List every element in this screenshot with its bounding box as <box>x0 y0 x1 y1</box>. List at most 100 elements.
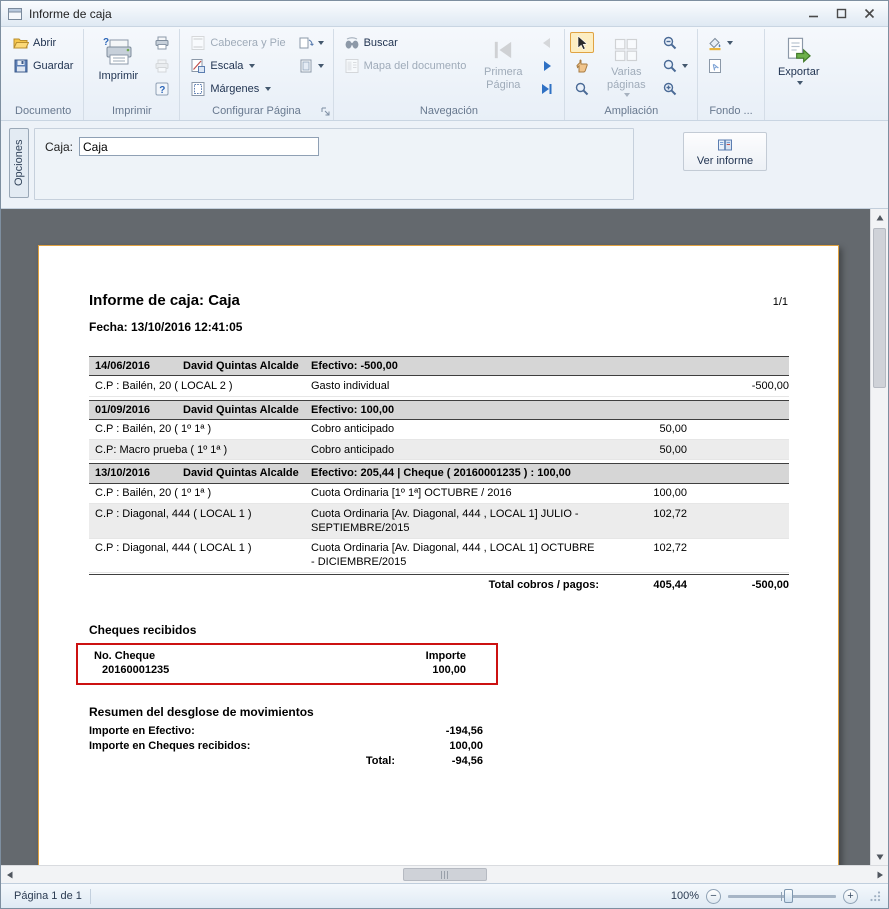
group-label-fondo: Fondo ... <box>701 103 760 120</box>
zoom-in-button[interactable] <box>658 78 692 99</box>
cheque-number: 20160001235 <box>102 664 169 676</box>
zoom-out-button-statusbar[interactable]: − <box>706 889 721 904</box>
ribbon: Abrir Guardar Documento ? Imprimir <box>1 27 888 121</box>
scroll-right-arrow[interactable] <box>871 866 888 883</box>
zoom-slider[interactable] <box>728 888 836 904</box>
open-folder-icon <box>13 35 29 51</box>
statusbar: Página 1 de 1 100% − + <box>1 883 888 908</box>
cheques-col-importe: Importe <box>426 650 466 662</box>
preview-canvas[interactable]: Informe de caja: Caja 1/1 Fecha: 13/10/2… <box>1 209 870 865</box>
escala-button[interactable]: Escala <box>185 55 290 76</box>
scale-icon <box>190 58 206 74</box>
resumen-row: Importe en Efectivo: -194,56 <box>89 723 483 738</box>
vertical-scrollbar-track[interactable] <box>871 388 888 848</box>
options-panel-row: Opciones Caja: Ver informe <box>1 121 888 209</box>
paper-size-icon <box>298 58 314 74</box>
options-panel: Caja: <box>34 128 634 200</box>
horizontal-scrollbar-thumb[interactable] <box>403 868 487 881</box>
tamano-papel-button[interactable] <box>294 55 328 76</box>
guardar-button[interactable]: Guardar <box>8 55 78 76</box>
zoom-slider-thumb[interactable] <box>784 889 793 903</box>
scroll-left-arrow[interactable] <box>1 866 18 883</box>
zoom-in-icon <box>662 81 678 97</box>
zoom-level-button[interactable] <box>658 55 692 76</box>
group-header: 14/06/2016 David Quintas Alcalde Efectiv… <box>89 356 789 376</box>
hand-tool-button[interactable] <box>570 55 594 76</box>
resumen-total-value: -94,56 <box>395 755 483 767</box>
cell-property: C.P : Bailén, 20 ( 1º 1ª ) <box>89 422 311 436</box>
ribbon-group-imprimir: ? Imprimir ? Imprimir <box>84 29 180 120</box>
close-button[interactable] <box>860 6 878 22</box>
minimize-button[interactable] <box>804 6 822 22</box>
quick-print-icon <box>154 35 170 51</box>
group-label-navegacion: Navegación <box>337 103 562 120</box>
buscar-button[interactable]: Buscar <box>339 32 472 53</box>
maximize-button[interactable] <box>832 6 850 22</box>
quick-print-button[interactable] <box>150 32 174 53</box>
cell-concept: Cuota Ordinaria [1º 1ª] OCTUBRE / 2016 <box>311 486 609 500</box>
statusbar-separator <box>90 889 91 904</box>
varias-paginas-button[interactable]: Varias páginas <box>597 32 655 99</box>
margenes-dropdown-caret <box>265 87 271 91</box>
vertical-scrollbar-thumb[interactable] <box>873 228 886 388</box>
group-summary: Efectivo: -500,00 <box>311 359 641 373</box>
zoom-level-caret <box>682 64 688 68</box>
magnifier-icon <box>574 81 590 97</box>
ribbon-group-fondo: A Fondo ... <box>698 29 764 120</box>
opciones-tab[interactable]: Opciones <box>9 128 29 198</box>
next-page-icon <box>539 58 555 74</box>
horizontal-scrollbar-track[interactable] <box>18 866 871 883</box>
hand-icon <box>574 58 590 74</box>
margenes-label: Márgenes <box>210 83 259 95</box>
marca-agua-button[interactable]: A <box>703 55 737 76</box>
ribbon-group-exportar: Exportar <box>765 29 833 120</box>
multiple-pages-icon <box>612 36 640 64</box>
report-page[interactable]: Informe de caja: Caja 1/1 Fecha: 13/10/2… <box>38 245 839 865</box>
print-options-button[interactable] <box>150 55 174 76</box>
group-label-documento: Documento <box>6 103 80 120</box>
primera-pagina-button[interactable]: Primera Página <box>474 32 532 96</box>
zoom-slider-track[interactable] <box>728 895 836 898</box>
pointer-tool-button[interactable] <box>570 32 594 53</box>
preview-area: Informe de caja: Caja 1/1 Fecha: 13/10/2… <box>1 209 888 865</box>
ver-informe-button[interactable]: Ver informe <box>683 132 767 171</box>
zoom-in-button-statusbar[interactable]: + <box>843 889 858 904</box>
watermark-icon: A <box>707 58 723 74</box>
caja-input[interactable] <box>79 137 319 156</box>
printer-icon: ? <box>101 36 135 68</box>
report-content: Informe de caja: Caja 1/1 Fecha: 13/10/2… <box>39 246 838 768</box>
zoom-out-button[interactable] <box>658 32 692 53</box>
page-orientation-icon <box>298 35 314 51</box>
resumen-value: 100,00 <box>449 740 483 752</box>
cheque-importe: 100,00 <box>432 664 466 676</box>
ultima-pagina-button[interactable] <box>535 78 559 99</box>
margenes-button[interactable]: Márgenes <box>185 78 290 99</box>
resumen-total-row: Total: -94,56 <box>89 753 483 768</box>
group-name: David Quintas Alcalde <box>183 359 311 373</box>
scroll-up-arrow[interactable] <box>871 209 888 226</box>
pagina-anterior-button[interactable] <box>535 32 559 53</box>
magnifier-tool-button[interactable] <box>570 78 594 99</box>
cabecera-pie-button[interactable]: Cabecera y Pie <box>185 32 290 53</box>
last-page-icon <box>539 81 555 97</box>
resize-grip-icon[interactable] <box>869 890 881 902</box>
orientacion-button[interactable] <box>294 32 328 53</box>
abrir-button[interactable]: Abrir <box>8 32 78 53</box>
exportar-button[interactable]: Exportar <box>770 32 828 96</box>
color-fondo-button[interactable] <box>703 32 737 53</box>
imprimir-button[interactable]: ? Imprimir <box>89 32 147 96</box>
horizontal-scrollbar[interactable] <box>1 865 888 883</box>
table-row: C.P : Bailén, 20 ( LOCAL 2 ) Gasto indiv… <box>89 376 789 396</box>
pagina-siguiente-button[interactable] <box>535 55 559 76</box>
app-icon <box>7 6 23 22</box>
vertical-scrollbar[interactable] <box>870 209 888 865</box>
zoom-icon <box>662 58 678 74</box>
mapa-documento-button[interactable]: Mapa del documento <box>339 55 472 76</box>
resumen-heading: Resumen del desglose de movimientos <box>89 705 788 719</box>
cell-concept: Cuota Ordinaria [Av. Diagonal, 444 , LOC… <box>311 541 609 570</box>
pointer-icon <box>574 35 590 51</box>
scroll-down-arrow[interactable] <box>871 848 888 865</box>
help-button[interactable]: ? <box>150 78 174 99</box>
report-page-indicator: 1/1 <box>773 296 788 308</box>
group-date: 14/06/2016 <box>89 359 183 373</box>
